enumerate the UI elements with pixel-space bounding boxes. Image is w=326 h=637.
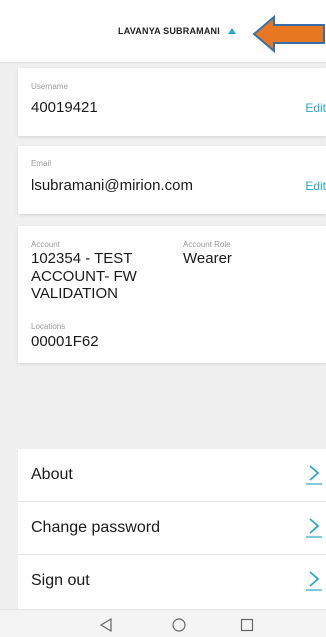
menu-item-label: Sign out bbox=[31, 572, 90, 589]
account-role-value: Wearer bbox=[183, 250, 232, 267]
account-role-label: Account Role bbox=[183, 240, 231, 249]
edit-username-link[interactable]: Edit bbox=[305, 101, 326, 115]
menu-item-sign-out[interactable]: Sign out bbox=[18, 555, 326, 608]
account-label: Account bbox=[31, 240, 60, 249]
chevron-right-icon bbox=[306, 571, 322, 591]
triangle-back-icon[interactable] bbox=[98, 617, 114, 633]
username-card: Username 40019421 Edit bbox=[18, 68, 326, 136]
locations-value: 00001F62 bbox=[31, 333, 99, 350]
menu-item-label: Change password bbox=[31, 519, 160, 536]
chevron-right-icon bbox=[306, 518, 322, 538]
account-card: Account 102354 - TEST ACCOUNT- FW VALIDA… bbox=[18, 226, 326, 363]
account-value-line: 102354 - TEST bbox=[31, 250, 133, 267]
settings-menu: About Change password Sign out bbox=[18, 449, 326, 609]
email-card: Email lsubramani@mirion.com Edit bbox=[18, 146, 326, 214]
user-name-toggle[interactable]: LAVANYA SUBRAMANI bbox=[118, 26, 220, 36]
annotation-arrow-icon bbox=[252, 14, 325, 54]
caret-up-icon[interactable] bbox=[227, 28, 236, 34]
chevron-right-icon bbox=[306, 465, 322, 485]
username-value: 40019421 bbox=[31, 99, 98, 116]
square-recent-icon[interactable] bbox=[240, 618, 254, 632]
menu-item-label: About bbox=[31, 466, 73, 483]
edit-email-link[interactable]: Edit bbox=[305, 179, 326, 193]
circle-home-icon[interactable] bbox=[171, 617, 187, 633]
email-value: lsubramani@mirion.com bbox=[31, 177, 193, 194]
menu-item-about[interactable]: About bbox=[18, 449, 326, 502]
account-value-line: ACCOUNT- FW bbox=[31, 267, 137, 285]
menu-item-change-password[interactable]: Change password bbox=[18, 502, 326, 555]
account-value-line: VALIDATION bbox=[31, 285, 118, 302]
email-label: Email bbox=[31, 159, 52, 168]
locations-label: Locations bbox=[31, 322, 66, 331]
account-value: 102354 - TEST ACCOUNT- FW VALIDATION bbox=[31, 250, 171, 303]
system-nav-bar bbox=[0, 609, 326, 637]
username-label: Username bbox=[31, 82, 68, 91]
